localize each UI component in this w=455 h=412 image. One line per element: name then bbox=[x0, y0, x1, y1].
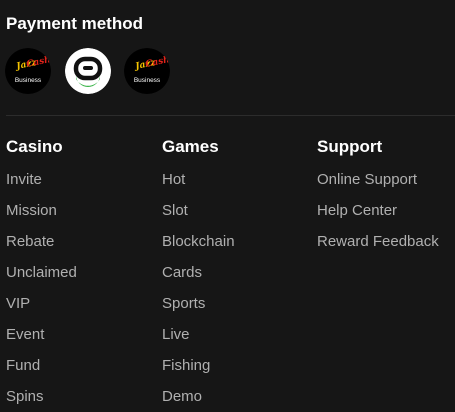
footer-link-slot[interactable]: Slot bbox=[162, 200, 235, 231]
svg-text:Business: Business bbox=[134, 77, 161, 84]
footer-link-rebate[interactable]: Rebate bbox=[6, 231, 77, 262]
footer-link-help-center[interactable]: Help Center bbox=[317, 200, 439, 231]
column-title: Casino bbox=[6, 137, 63, 156]
footer-link-reward-feedback[interactable]: Reward Feedback bbox=[317, 231, 439, 262]
svg-text:Business: Business bbox=[15, 77, 42, 84]
footer-column-games: Games Hot Slot Blockchain Cards Sports L… bbox=[162, 137, 235, 412]
footer-link-blockchain[interactable]: Blockchain bbox=[162, 231, 235, 262]
footer-link-live[interactable]: Live bbox=[162, 324, 235, 355]
footer-link-unclaimed[interactable]: Unclaimed bbox=[6, 262, 77, 293]
easypaisa-logo-icon[interactable] bbox=[65, 48, 111, 94]
footer-link-spins[interactable]: Spins bbox=[6, 386, 77, 412]
column-title: Games bbox=[162, 137, 219, 156]
footer-link-hot[interactable]: Hot bbox=[162, 169, 235, 200]
footer-section: Payment method Jazz Cash Business Jazz C… bbox=[0, 0, 455, 412]
jazzcash-logo-icon[interactable]: Jazz Cash Business bbox=[5, 48, 51, 94]
footer-link-fishing[interactable]: Fishing bbox=[162, 355, 235, 386]
column-title: Support bbox=[317, 137, 383, 156]
footer-link-vip[interactable]: VIP bbox=[6, 293, 77, 324]
footer-link-cards[interactable]: Cards bbox=[162, 262, 235, 293]
footer-link-mission[interactable]: Mission bbox=[6, 200, 77, 231]
divider bbox=[6, 115, 455, 116]
footer-column-support: Support Online Support Help Center Rewar… bbox=[317, 137, 439, 262]
footer-link-fund[interactable]: Fund bbox=[6, 355, 77, 386]
jazzcash-logo-icon[interactable]: Jazz Cash Business bbox=[124, 48, 170, 94]
footer-link-event[interactable]: Event bbox=[6, 324, 77, 355]
footer-link-sports[interactable]: Sports bbox=[162, 293, 235, 324]
payment-method-title: Payment method bbox=[6, 14, 143, 33]
footer-link-invite[interactable]: Invite bbox=[6, 169, 77, 200]
footer-link-online-support[interactable]: Online Support bbox=[317, 169, 439, 200]
footer-link-demo[interactable]: Demo bbox=[162, 386, 235, 412]
footer-column-casino: Casino Invite Mission Rebate Unclaimed V… bbox=[6, 137, 77, 412]
